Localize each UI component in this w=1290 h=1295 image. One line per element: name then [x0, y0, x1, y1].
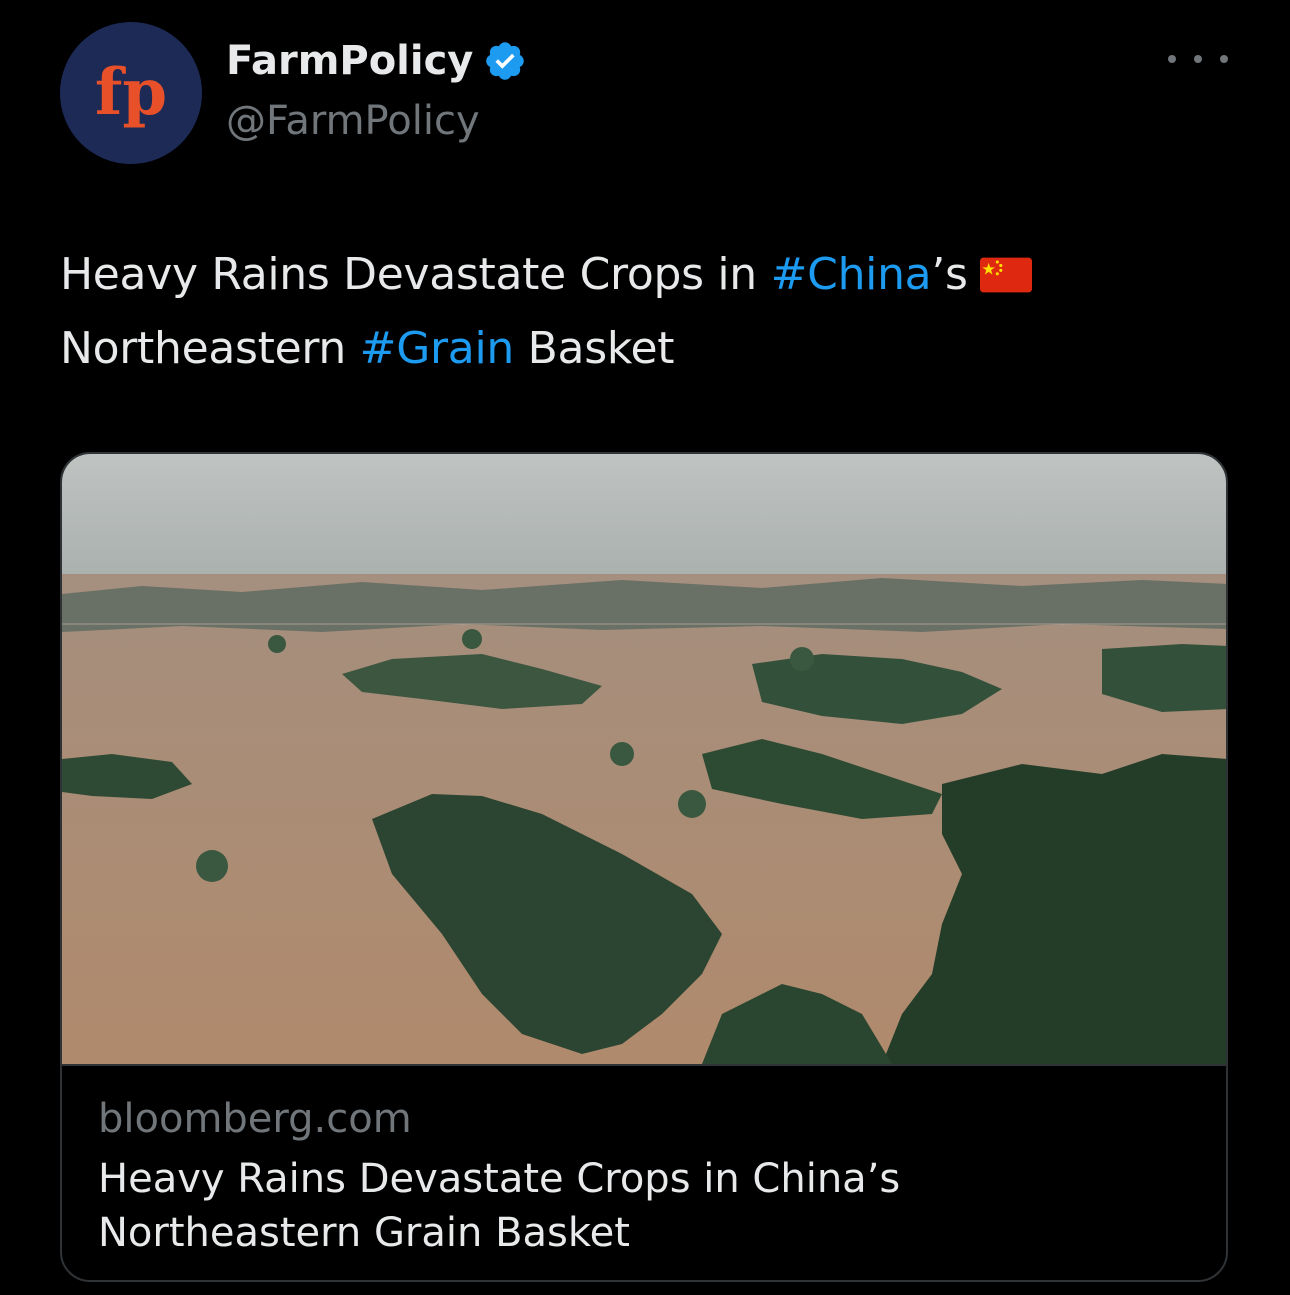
- more-dot: [1220, 55, 1228, 63]
- card-title-line[interactable]: Northeastern Grain Basket: [98, 1210, 630, 1256]
- hashtag-grain-link[interactable]: #Grain: [360, 323, 515, 374]
- more-dot: [1168, 55, 1176, 63]
- tweet-text: Heavy Rains Devastate Crops in #China’s …: [60, 238, 1220, 386]
- flooded-fields-photo[interactable]: [62, 454, 1228, 1064]
- avatar[interactable]: fp: [60, 22, 202, 164]
- card-title[interactable]: Heavy Rains Devastate Crops in China’s N…: [98, 1152, 1178, 1260]
- link-preview-card[interactable]: bloomberg.com Heavy Rains Devastate Crop…: [60, 452, 1228, 1282]
- verified-badge-icon: [486, 42, 525, 80]
- avatar-text: fp: [95, 55, 167, 130]
- tweet-text-segment: Northeastern: [60, 323, 360, 374]
- more-options-icon[interactable]: [1168, 44, 1228, 74]
- farmpolicy-logo-icon: fp: [60, 22, 202, 164]
- author-display-name[interactable]: FarmPolicy: [226, 36, 473, 86]
- tweet-text-segment: Basket: [513, 323, 675, 374]
- card-title-line[interactable]: Heavy Rains Devastate Crops in China’s: [98, 1156, 900, 1202]
- tweet[interactable]: fp FarmPolicy @FarmPolicy Heavy Rains De…: [0, 0, 1290, 1295]
- card-divider: [62, 1064, 1226, 1066]
- hashtag-china-link[interactable]: #China: [771, 249, 932, 300]
- tweet-text-segment: Heavy Rains Devastate Crops in: [60, 249, 771, 300]
- author-name-row[interactable]: FarmPolicy: [226, 36, 527, 86]
- card-domain[interactable]: bloomberg.com: [98, 1094, 412, 1144]
- more-dot: [1194, 55, 1202, 63]
- author-handle[interactable]: @FarmPolicy: [226, 96, 480, 146]
- china-flag-icon: [979, 257, 1032, 293]
- tweet-text-segment: ’s: [931, 249, 968, 300]
